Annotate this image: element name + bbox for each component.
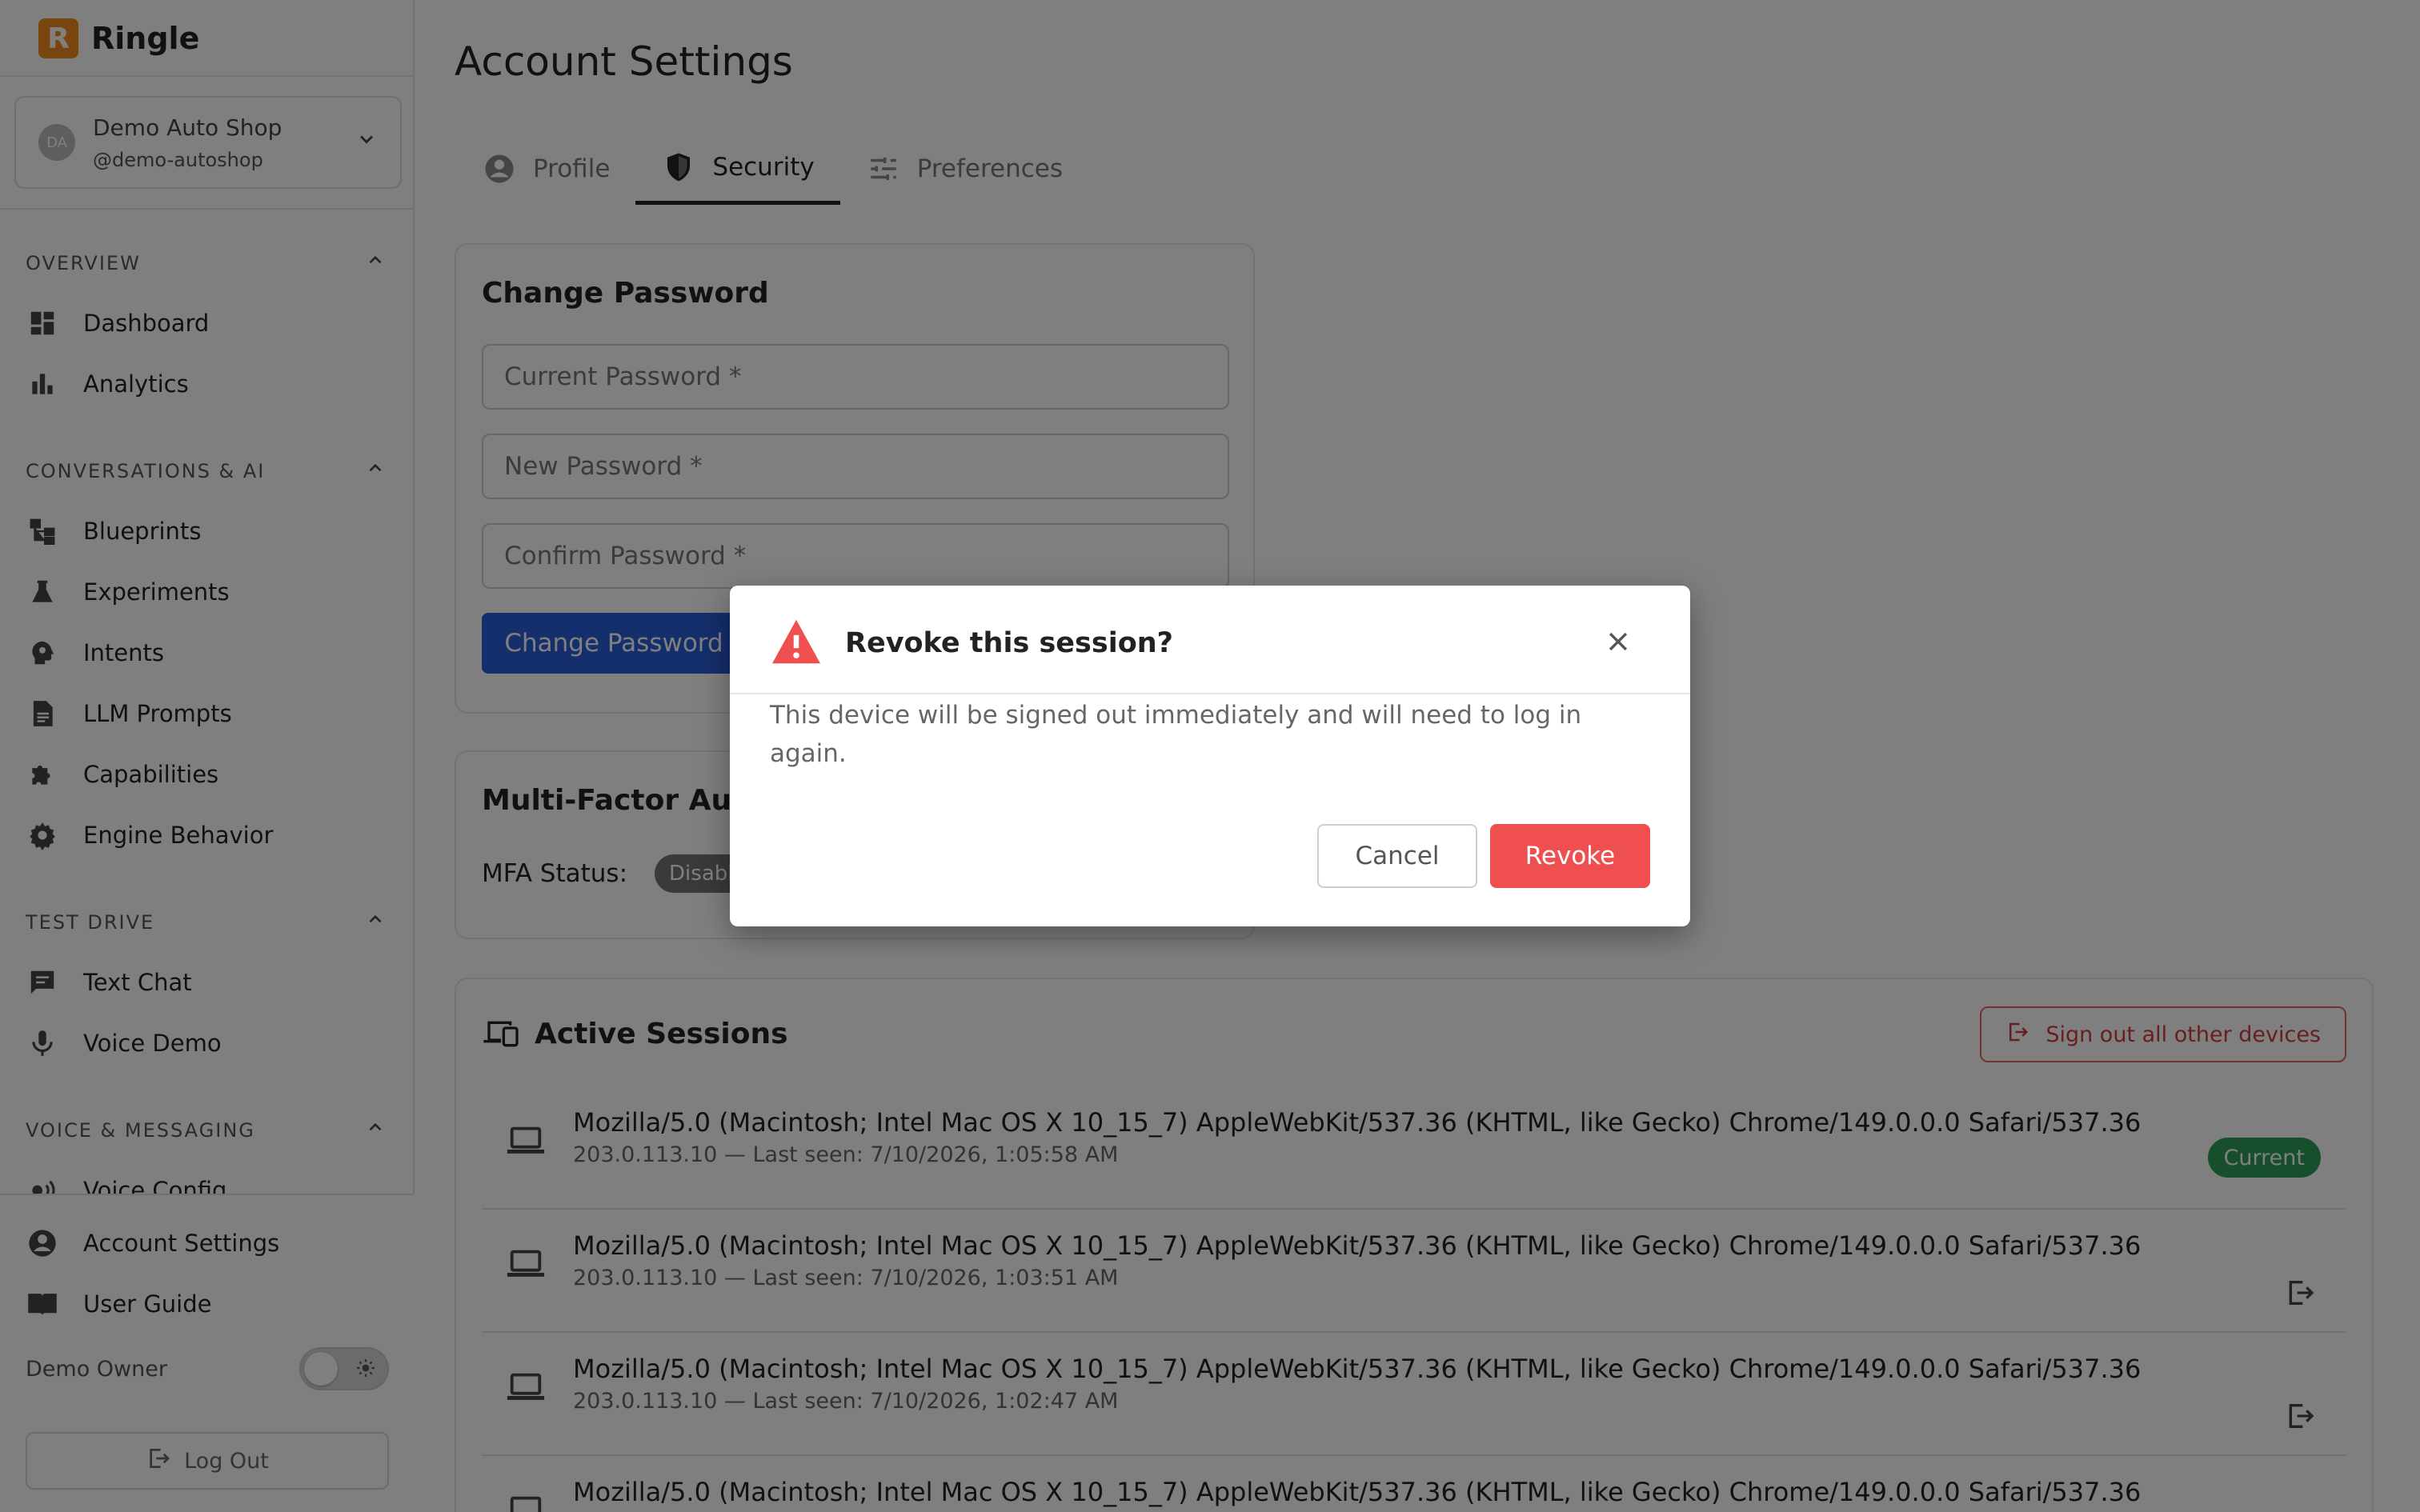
- revoke-session-dialog: Revoke this session? This device will be…: [730, 586, 1690, 926]
- cancel-button[interactable]: Cancel: [1317, 824, 1477, 888]
- dialog-title: Revoke this session?: [845, 627, 1173, 659]
- dialog-message: This device will be signed out immediate…: [770, 701, 1582, 768]
- revoke-button[interactable]: Revoke: [1490, 824, 1650, 888]
- warning-icon: [770, 618, 823, 669]
- dialog-header: Revoke this session?: [730, 586, 1690, 694]
- close-icon[interactable]: [1602, 626, 1634, 658]
